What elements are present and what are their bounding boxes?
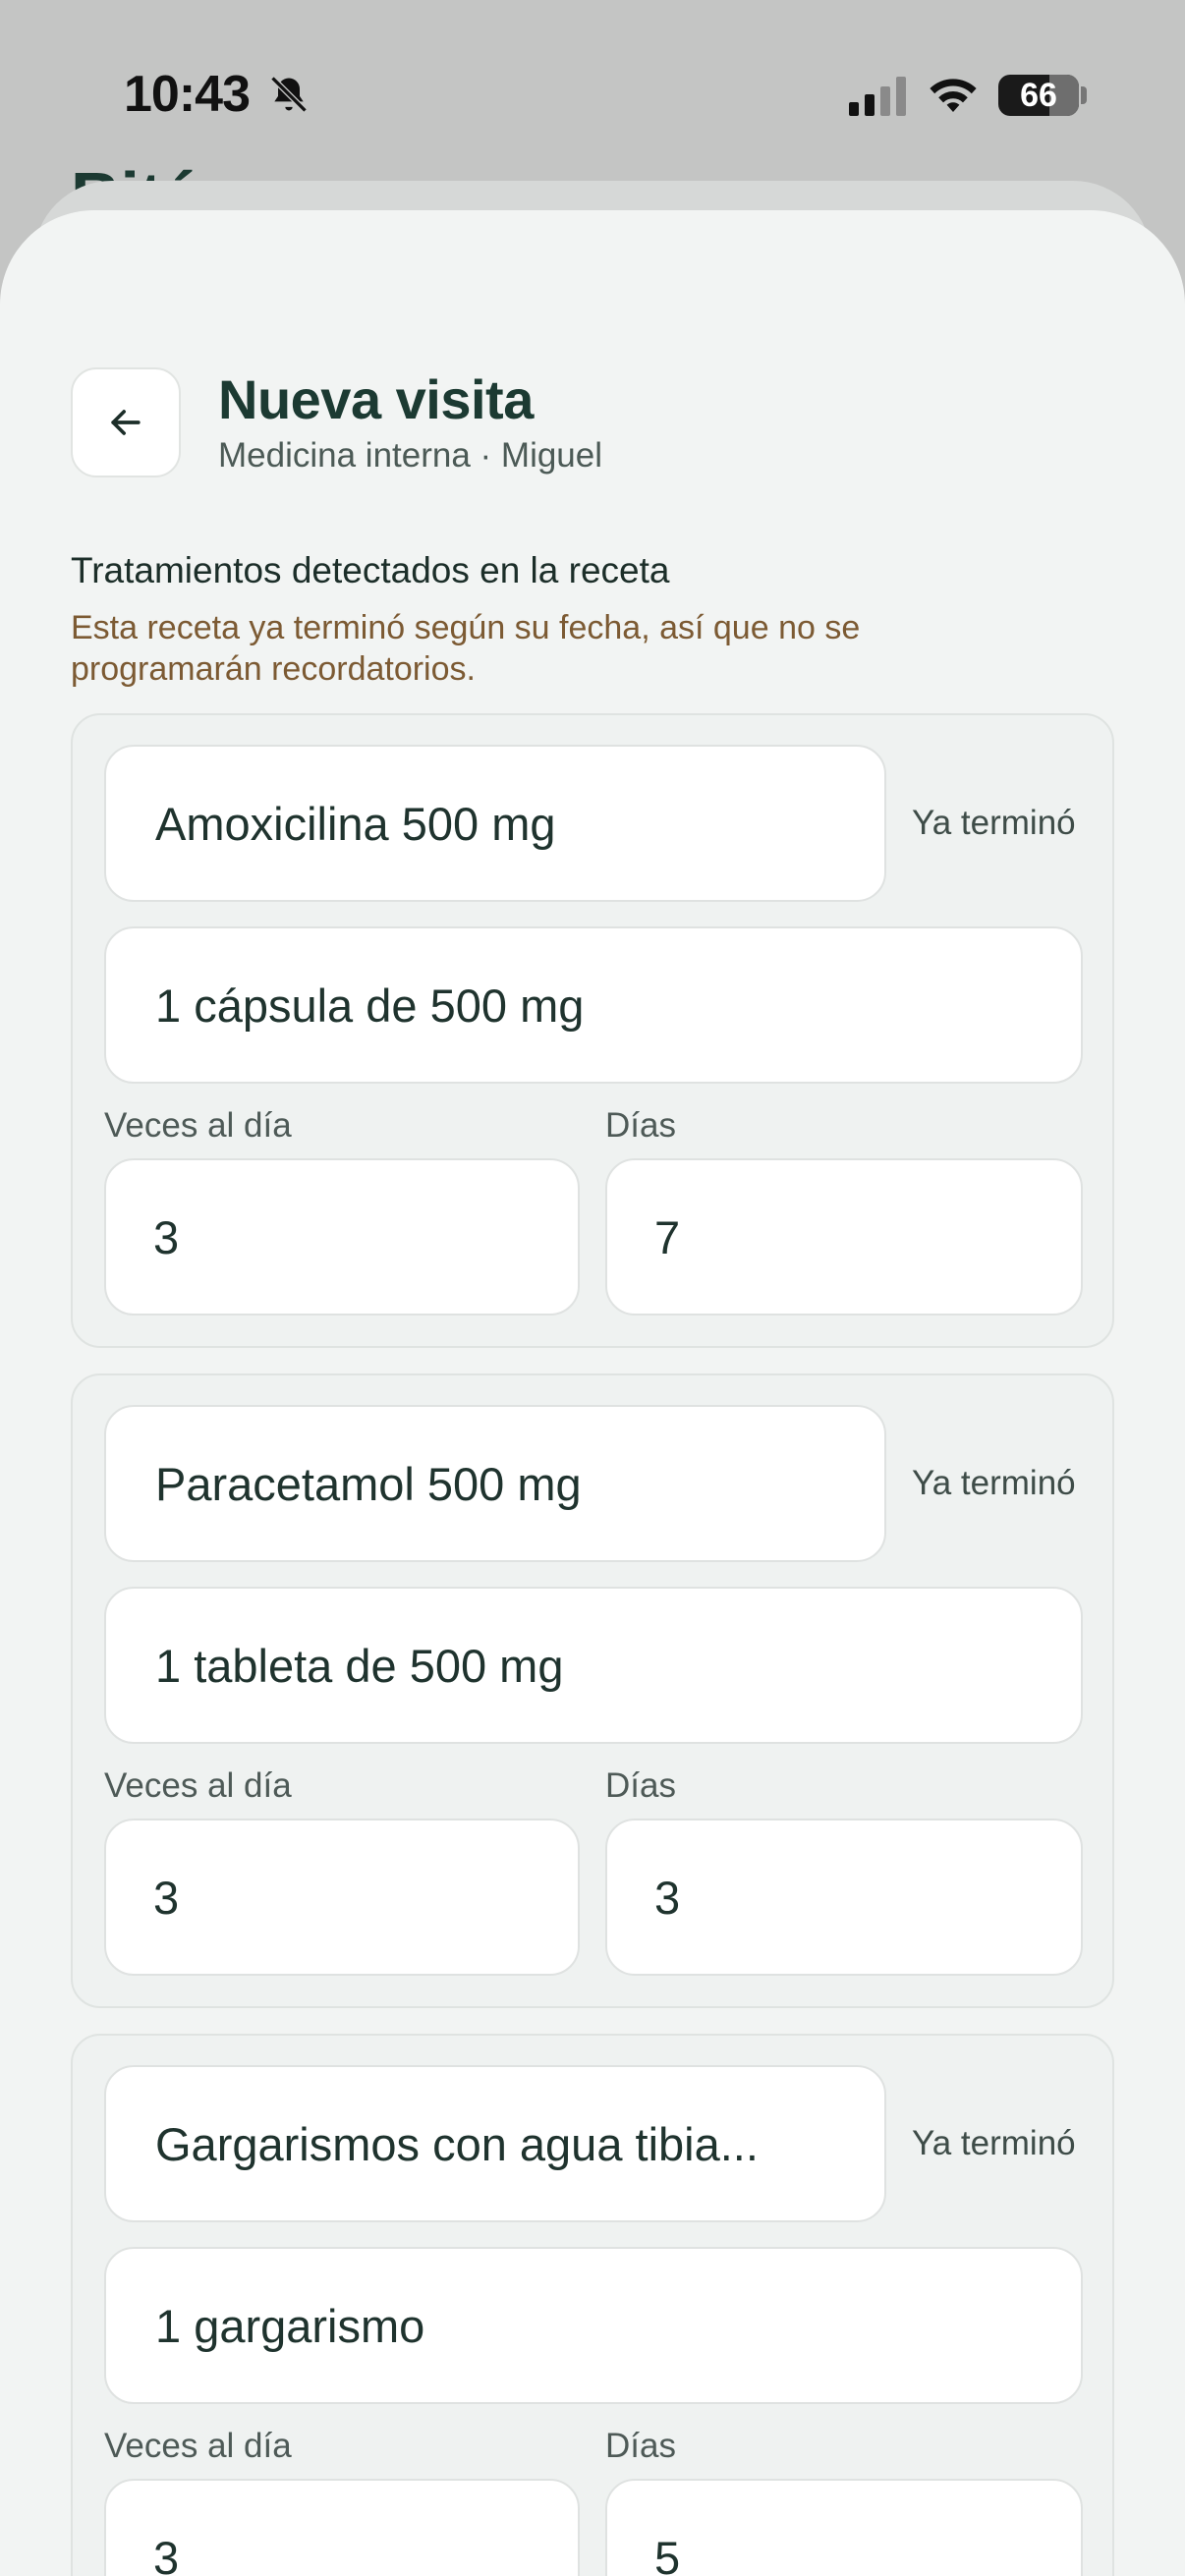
treatment-dose-input[interactable]: 1 cápsula de 500 mg bbox=[104, 926, 1083, 1084]
times-per-day-label: Veces al día bbox=[104, 2427, 292, 2465]
treatment-status: Ya terminó bbox=[912, 2124, 1076, 2162]
treatment-dose-input[interactable]: 1 gargarismo bbox=[104, 2247, 1083, 2404]
bell-muted-icon bbox=[270, 76, 308, 113]
times-per-day-input[interactable]: 3 bbox=[104, 1158, 580, 1316]
days-input[interactable]: 5 bbox=[605, 2479, 1083, 2576]
treatment-status: Ya terminó bbox=[912, 1464, 1076, 1502]
days-label: Días bbox=[605, 1106, 676, 1145]
status-time: 10:43 bbox=[124, 66, 251, 123]
section-title: Tratamientos detectados en la receta bbox=[71, 550, 670, 590]
back-button[interactable] bbox=[71, 367, 181, 477]
wifi-icon bbox=[930, 79, 977, 112]
times-per-day-label: Veces al día bbox=[104, 1106, 292, 1145]
times-per-day-input[interactable]: 3 bbox=[104, 2479, 580, 2576]
battery-level: 66 bbox=[1020, 76, 1057, 114]
treatment-name-input[interactable]: Gargarismos con agua tibia... bbox=[104, 2065, 886, 2222]
days-label: Días bbox=[605, 2427, 676, 2465]
treatment-status: Ya terminó bbox=[912, 804, 1076, 842]
prescription-ended-note: Esta receta ya terminó según su fecha, a… bbox=[71, 609, 861, 688]
treatment-card: Paracetamol 500 mg Ya terminó 1 tableta … bbox=[71, 1373, 1114, 2008]
battery-tip bbox=[1081, 86, 1087, 104]
treatment-card: Gargarismos con agua tibia... Ya terminó… bbox=[71, 2034, 1114, 2576]
battery-indicator: 66 bbox=[998, 75, 1079, 116]
cellular-signal-icon bbox=[849, 77, 906, 116]
treatment-name-input[interactable]: Amoxicilina 500 mg bbox=[104, 745, 886, 902]
days-label: Días bbox=[605, 1766, 676, 1805]
treatment-dose-input[interactable]: 1 tableta de 500 mg bbox=[104, 1587, 1083, 1744]
times-per-day-input[interactable]: 3 bbox=[104, 1819, 580, 1976]
times-per-day-label: Veces al día bbox=[104, 1766, 292, 1805]
arrow-left-icon bbox=[111, 410, 141, 435]
page-title: Nueva visita bbox=[218, 368, 534, 430]
days-input[interactable]: 7 bbox=[605, 1158, 1083, 1316]
treatment-card: Amoxicilina 500 mg Ya terminó 1 cápsula … bbox=[71, 713, 1114, 1348]
days-input[interactable]: 3 bbox=[605, 1819, 1083, 1976]
treatment-name-input[interactable]: Paracetamol 500 mg bbox=[104, 1405, 886, 1562]
new-visit-sheet: Nueva visita Medicina interna · Miguel T… bbox=[0, 210, 1185, 2576]
page-subtitle: Medicina interna · Miguel bbox=[218, 436, 603, 475]
